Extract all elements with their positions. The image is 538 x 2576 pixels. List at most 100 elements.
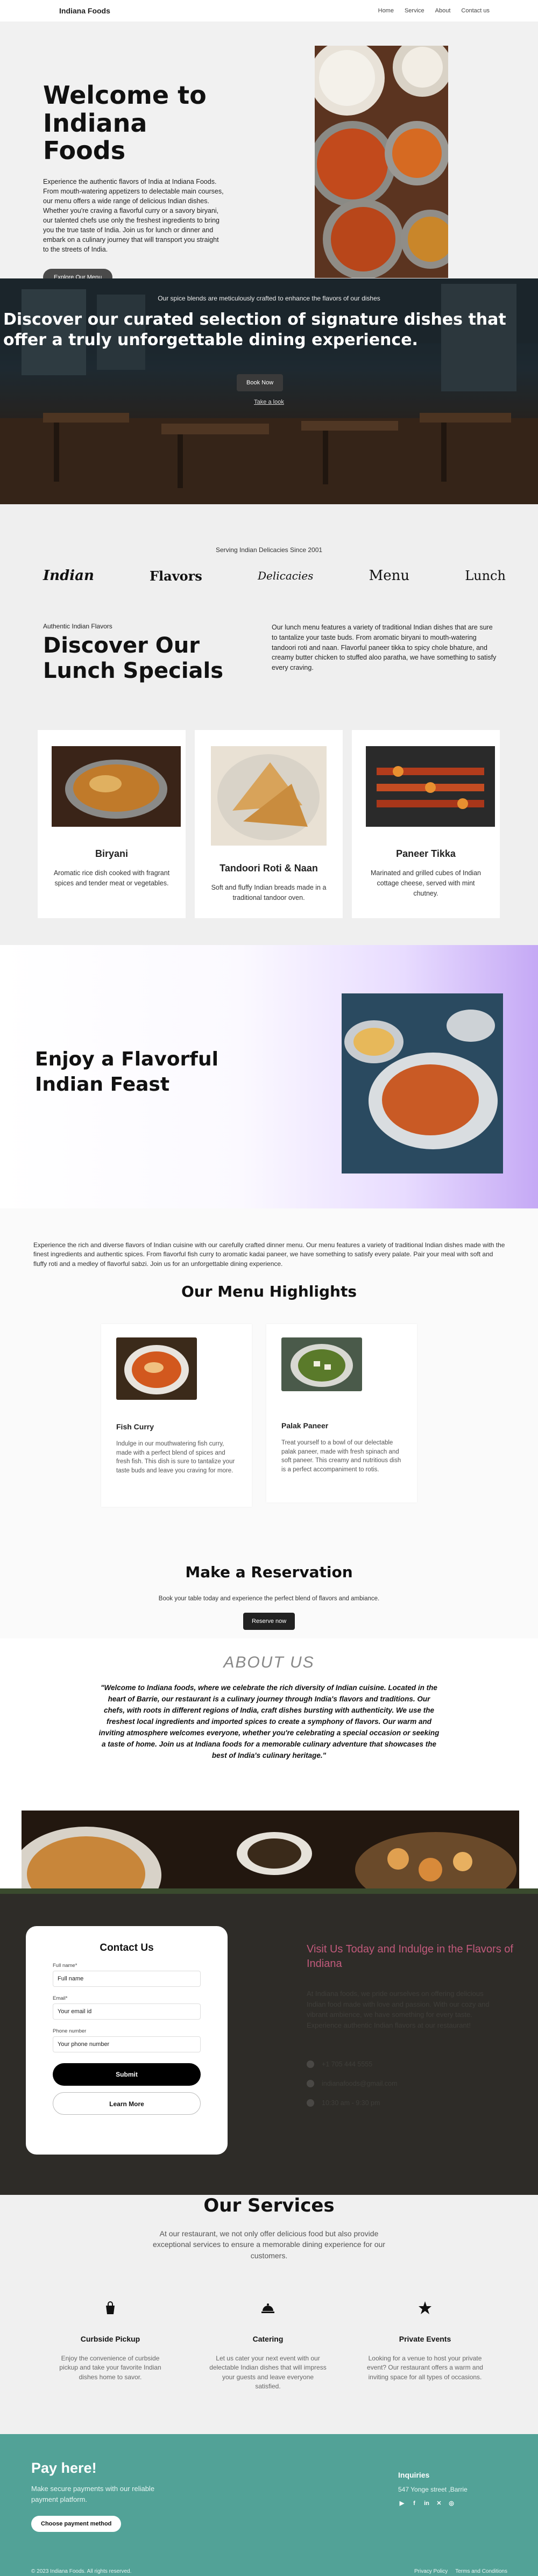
phone-line: +1 705 444 5555 bbox=[307, 2060, 372, 2068]
footer: Pay here! Make secure payments with our … bbox=[0, 2434, 538, 2576]
brand-name[interactable]: Indiana Foods bbox=[59, 6, 110, 15]
naan-image bbox=[211, 746, 327, 846]
service-body: Enjoy the convenience of curbside pickup… bbox=[59, 2355, 161, 2381]
email-field[interactable]: Your email id bbox=[53, 2003, 201, 2020]
phone-label: Phone number bbox=[53, 2028, 87, 2034]
inquiries-title: Inquiries bbox=[398, 2471, 430, 2479]
visit-us-heading: Visit Us Today and Indulge in the Flavor… bbox=[307, 1943, 513, 1970]
book-now-button[interactable]: Book Now bbox=[237, 374, 284, 391]
service-private-events: Private Events Looking for a venue to ho… bbox=[366, 2300, 484, 2382]
page: Indiana Foods Home Service About Contact… bbox=[0, 0, 538, 2576]
service-name: Curbside Pickup bbox=[80, 2335, 140, 2343]
choose-payment-button[interactable]: Choose payment method bbox=[31, 2516, 122, 2532]
service-catering: Catering Let us cater your next event wi… bbox=[209, 2300, 327, 2392]
facebook-icon[interactable]: f bbox=[410, 2500, 418, 2507]
phone-text[interactable]: +1 705 444 5555 bbox=[322, 2060, 372, 2068]
lunch-description: Our lunch menu features a variety of tra… bbox=[272, 624, 497, 671]
cloche-icon bbox=[260, 2300, 275, 2315]
menu-card-palak-paneer: Palak Paneer Treat yourself to a bowl of… bbox=[266, 1324, 417, 1502]
menu-card-name: Fish Curry bbox=[116, 1422, 154, 1431]
service-curbside-pickup: Curbside Pickup Enjoy the convenience of… bbox=[51, 2300, 169, 2382]
social-links: ▶ f in ✕ ◎ bbox=[398, 2500, 455, 2507]
nav-links: Home Service About Contact us bbox=[378, 8, 490, 14]
feast-food-image bbox=[342, 993, 503, 1173]
full-name-field[interactable]: Full name bbox=[53, 1971, 201, 1987]
contact-divider bbox=[0, 1888, 538, 1894]
hero-title: Welcome to Indiana Foods bbox=[43, 81, 207, 166]
lunch-kicker: Authentic Indian Flavors bbox=[43, 622, 112, 630]
clock-icon bbox=[307, 2099, 314, 2107]
service-name: Catering bbox=[252, 2335, 284, 2343]
biryani-image bbox=[52, 746, 181, 827]
nav-link-contact[interactable]: Contact us bbox=[461, 8, 490, 14]
mail-icon bbox=[307, 2080, 314, 2087]
lunch-card-roti-naan: Tandoori Roti & Naan Soft and fluffy Ind… bbox=[195, 730, 343, 918]
fish-curry-image bbox=[116, 1337, 197, 1400]
lunch-card-body: Aromatic rice dish cooked with fragrant … bbox=[53, 869, 170, 887]
menu-title: Our Menu Highlights bbox=[181, 1283, 357, 1300]
nav-link-home[interactable]: Home bbox=[378, 8, 394, 14]
linkedin-icon[interactable]: in bbox=[423, 2500, 430, 2507]
services-section: Our Services At our restaurant, we not o… bbox=[0, 2195, 538, 2434]
reservation-section: Make a Reservation Book your table today… bbox=[0, 1552, 538, 1638]
terms-link[interactable]: Terms and Conditions bbox=[455, 2568, 507, 2574]
logo-flavors: Flavors bbox=[150, 568, 202, 584]
lunch-card-name: Biryani bbox=[95, 848, 129, 859]
about-title: ABOUT US bbox=[223, 1654, 315, 1671]
youtube-icon[interactable]: ▶ bbox=[398, 2500, 406, 2507]
lunch-title: Discover Our Lunch Specials bbox=[43, 633, 224, 684]
privacy-policy-link[interactable]: Privacy Policy bbox=[414, 2568, 448, 2574]
signature-dishes-banner: Our spice blends are meticulously crafte… bbox=[0, 278, 538, 504]
hours-text: 10:30 am - 9:30 pm bbox=[322, 2099, 380, 2107]
instagram-icon[interactable]: ◎ bbox=[448, 2500, 455, 2507]
lunch-card-biryani: Biryani Aromatic rice dish cooked with f… bbox=[38, 730, 186, 918]
nav-link-service[interactable]: Service bbox=[405, 8, 424, 14]
service-body: Looking for a venue to host your private… bbox=[367, 2355, 483, 2381]
menu-card-fish-curry: Fish Curry Indulge in our mouthwatering … bbox=[101, 1324, 252, 1507]
hero-text: Welcome to Indiana Foods Experience the … bbox=[43, 81, 226, 286]
copyright: © 2023 Indiana Foods. All rights reserve… bbox=[31, 2568, 132, 2574]
inquiries-address: 547 Yonge street ,Barrie bbox=[398, 2486, 468, 2493]
paneer-tikka-image bbox=[366, 746, 495, 827]
about-food-image bbox=[22, 1811, 519, 1891]
visit-us-description: At Indiana foods, we pride ourselves on … bbox=[307, 1990, 490, 2029]
logo-delicacies: Delicacies bbox=[257, 569, 314, 582]
services-title: Our Services bbox=[203, 2195, 335, 2216]
logo-menu: Menu bbox=[369, 568, 410, 584]
service-name: Private Events bbox=[399, 2335, 451, 2343]
submit-button[interactable]: Submit bbox=[53, 2063, 201, 2086]
menu-card-name: Palak Paneer bbox=[281, 1421, 329, 1430]
twitter-icon[interactable]: ✕ bbox=[435, 2500, 443, 2507]
take-a-look-link[interactable]: Take a look bbox=[0, 399, 538, 405]
phone-field[interactable]: Your phone number bbox=[53, 2036, 201, 2052]
banner-title: Discover our curated selection of signat… bbox=[3, 310, 506, 349]
palak-paneer-image bbox=[281, 1337, 362, 1391]
email-line: indianafoods@gmail.com bbox=[307, 2080, 398, 2087]
star-icon bbox=[417, 2300, 433, 2315]
reservation-body: Book your table today and experience the… bbox=[158, 1595, 380, 1602]
logo-row: Indian Flavors Delicacies Menu Lunch bbox=[43, 568, 506, 584]
lunch-card-body: Marinated and grilled cubes of Indian co… bbox=[371, 869, 481, 897]
menu-intro: Experience the rich and diverse flavors … bbox=[33, 1241, 505, 1268]
nav-link-about[interactable]: About bbox=[435, 8, 451, 14]
hours-line: 10:30 am - 9:30 pm bbox=[307, 2099, 380, 2107]
lunch-specials-section: Authentic Indian Flavors Discover Our Lu… bbox=[0, 622, 538, 945]
contact-form-title: Contact Us bbox=[100, 1942, 154, 1954]
menu-card-body: Indulge in our mouthwatering fish curry,… bbox=[116, 1441, 235, 1475]
reserve-now-button[interactable]: Reserve now bbox=[243, 1613, 295, 1630]
hero-section: Welcome to Indiana Foods Experience the … bbox=[0, 22, 538, 286]
lunch-card-body: Soft and fluffy Indian breads made in a … bbox=[211, 884, 327, 901]
logos-caption: Serving Indian Delicacies Since 2001 bbox=[215, 546, 323, 554]
service-body: Let us cater your next event with our de… bbox=[209, 2355, 327, 2391]
services-description: At our restaurant, we not only offer del… bbox=[153, 2229, 385, 2260]
lunch-card-paneer-tikka: Paneer Tikka Marinated and grilled cubes… bbox=[352, 730, 500, 918]
feast-section: Enjoy a Flavorful Indian Feast bbox=[0, 945, 538, 1208]
learn-more-button[interactable]: Learn More bbox=[53, 2092, 201, 2115]
bag-icon bbox=[103, 2300, 118, 2315]
logo-lunch: Lunch bbox=[465, 568, 506, 583]
menu-highlights-section: Experience the rich and diverse flavors … bbox=[0, 1208, 538, 1638]
email-text[interactable]: indianafoods@gmail.com bbox=[322, 2080, 398, 2087]
logo-strip: Serving Indian Delicacies Since 2001 Ind… bbox=[0, 504, 538, 622]
legal-links: Privacy Policy Terms and Conditions bbox=[414, 2568, 507, 2574]
contact-section: Contact Us Full name* Full name Email* Y… bbox=[0, 1888, 538, 2195]
